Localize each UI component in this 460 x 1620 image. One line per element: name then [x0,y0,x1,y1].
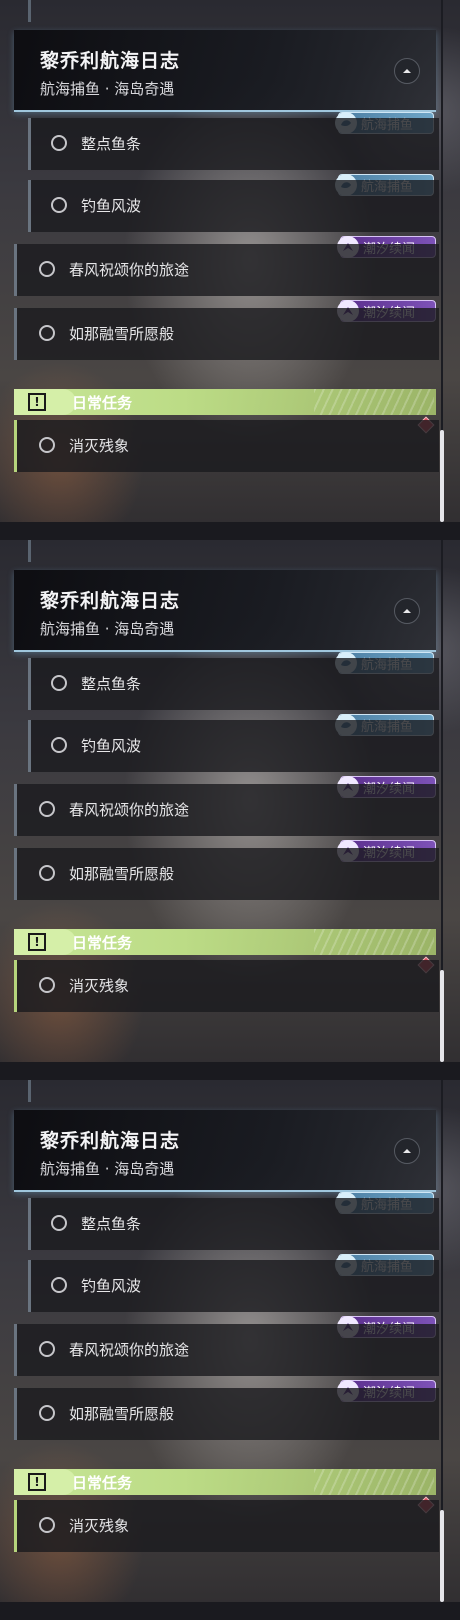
tree-connector-line [28,1080,31,1102]
daily-quest-title: 日常任务 [72,394,133,412]
daily-pill: ! [14,1469,76,1495]
quest-panel: 黎乔利航海日志 航海捕鱼 · 海岛奇遇 航海捕鱼 整点鱼条 航海捕鱼 钓鱼风波 … [0,540,460,1080]
daily-quest-title: 日常任务 [72,934,133,952]
daily-quest-header[interactable]: ! 日常任务 [14,1469,436,1495]
quest-label: 消灭残象 [69,437,130,455]
collapse-button[interactable] [394,1138,420,1164]
quest-label: 春风祝颂你的旅途 [69,801,190,819]
quest-group-header[interactable]: 黎乔利航海日志 航海捕鱼 · 海岛奇遇 [14,570,436,652]
quest-group-header[interactable]: 黎乔利航海日志 航海捕鱼 · 海岛奇遇 [14,30,436,112]
quest-label: 如那融雪所愿般 [69,865,175,883]
quest-label: 钓鱼风波 [81,737,142,755]
quest-item[interactable]: 钓鱼风波 [28,720,439,772]
daily-quest-item[interactable]: 消灭残象 [14,960,439,1012]
alert-icon: ! [28,933,46,951]
daily-header-decoration [314,929,434,955]
quest-label: 春风祝颂你的旅途 [69,1341,190,1359]
quest-label: 如那融雪所愿般 [69,325,175,343]
quest-item[interactable]: 如那融雪所愿般 [14,848,439,900]
daily-quest-item[interactable]: 消灭残象 [14,1500,439,1552]
quest-group-subtitle: 航海捕鱼 · 海岛奇遇 [40,1160,175,1178]
daily-pill: ! [14,389,76,415]
daily-quest-item[interactable]: 消灭残象 [14,420,439,472]
quest-item[interactable]: 钓鱼风波 [28,180,439,232]
chevron-up-icon [403,609,411,613]
quest-panel: 黎乔利航海日志 航海捕鱼 · 海岛奇遇 航海捕鱼 整点鱼条 航海捕鱼 钓鱼风波 … [0,1080,460,1620]
quest-group-title: 黎乔利航海日志 [40,50,181,72]
daily-header-decoration [314,1469,434,1495]
quest-label: 整点鱼条 [81,675,142,693]
quest-item[interactable]: 整点鱼条 [28,658,439,710]
quest-status-circle [39,801,55,817]
alert-icon: ! [28,1473,46,1491]
quest-item[interactable]: 春风祝颂你的旅途 [14,1324,439,1376]
quest-group-title: 黎乔利航海日志 [40,1130,181,1152]
quest-label: 春风祝颂你的旅途 [69,261,190,279]
quest-status-circle [51,737,67,753]
collapse-button[interactable] [394,598,420,624]
daily-pill: ! [14,929,76,955]
quest-group-header[interactable]: 黎乔利航海日志 航海捕鱼 · 海岛奇遇 [14,1110,436,1192]
quest-panel: 黎乔利航海日志 航海捕鱼 · 海岛奇遇 航海捕鱼 整点鱼条 航海捕鱼 钓鱼风波 … [0,0,460,540]
quest-group-title: 黎乔利航海日志 [40,590,181,612]
quest-status-circle [39,1517,55,1533]
quest-status-circle [51,135,67,151]
scrollbar-thumb[interactable] [440,430,444,522]
alert-icon: ! [28,393,46,411]
quest-status-circle [39,977,55,993]
quest-status-circle [39,865,55,881]
quest-group-subtitle: 航海捕鱼 · 海岛奇遇 [40,620,175,638]
quest-item[interactable]: 整点鱼条 [28,1198,439,1250]
quest-label: 如那融雪所愿般 [69,1405,175,1423]
quest-label: 整点鱼条 [81,135,142,153]
quest-label: 钓鱼风波 [81,197,142,215]
quest-item[interactable]: 钓鱼风波 [28,1260,439,1312]
quest-item[interactable]: 如那融雪所愿般 [14,308,439,360]
quest-status-circle [39,261,55,277]
scrollbar-thumb[interactable] [440,1510,444,1602]
chevron-up-icon [403,1149,411,1153]
quest-status-circle [51,1277,67,1293]
quest-item[interactable]: 春风祝颂你的旅途 [14,244,439,296]
quest-label: 整点鱼条 [81,1215,142,1233]
quest-group-subtitle: 航海捕鱼 · 海岛奇遇 [40,80,175,98]
quest-item[interactable]: 整点鱼条 [28,118,439,170]
quest-status-circle [51,197,67,213]
daily-quest-header[interactable]: ! 日常任务 [14,929,436,955]
quest-status-circle [51,675,67,691]
collapse-button[interactable] [394,58,420,84]
quest-status-circle [39,325,55,341]
daily-header-decoration [314,389,434,415]
quest-item[interactable]: 如那融雪所愿般 [14,1388,439,1440]
quest-label: 钓鱼风波 [81,1277,142,1295]
quest-status-circle [51,1215,67,1231]
quest-label: 消灭残象 [69,977,130,995]
scrollbar-thumb[interactable] [440,970,444,1062]
quest-item[interactable]: 春风祝颂你的旅途 [14,784,439,836]
quest-status-circle [39,1341,55,1357]
tree-connector-line [28,0,31,22]
quest-status-circle [39,437,55,453]
tree-connector-line [28,540,31,562]
daily-quest-title: 日常任务 [72,1474,133,1492]
chevron-up-icon [403,69,411,73]
quest-status-circle [39,1405,55,1421]
quest-label: 消灭残象 [69,1517,130,1535]
daily-quest-header[interactable]: ! 日常任务 [14,389,436,415]
